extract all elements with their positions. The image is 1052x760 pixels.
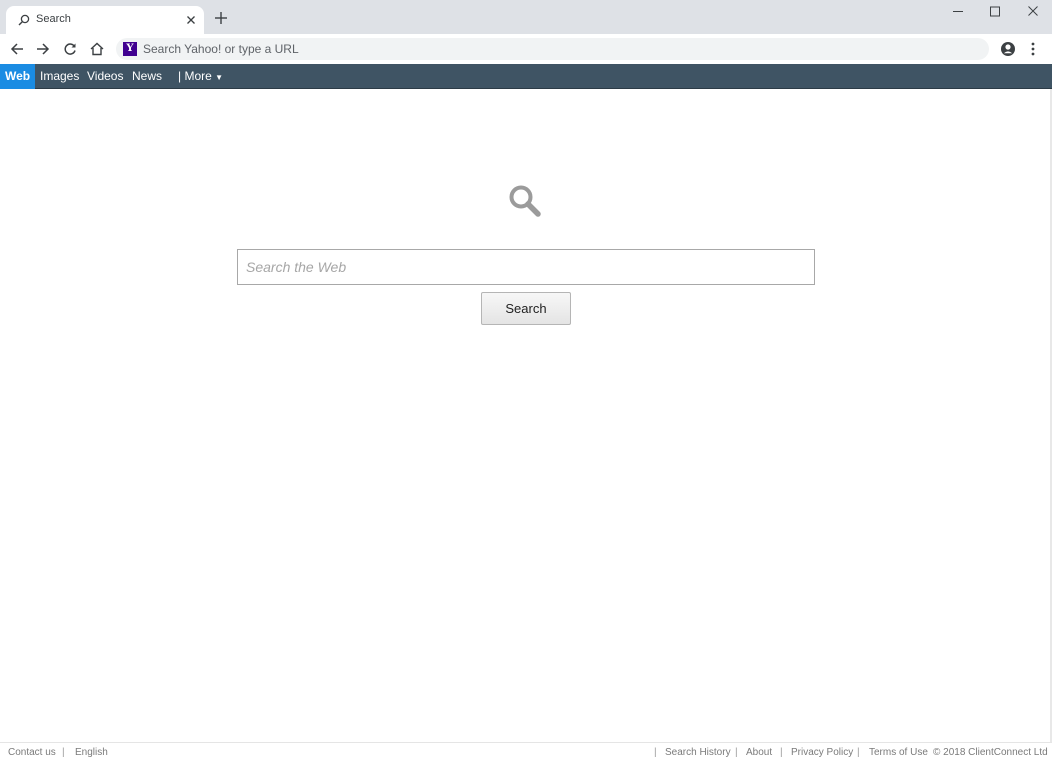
nav-web[interactable]: Web [0, 64, 36, 89]
footer-language-link[interactable]: English [75, 747, 108, 758]
search-button[interactable]: Search [481, 292, 571, 325]
kebab-menu-icon[interactable] [1027, 41, 1039, 57]
home-icon[interactable] [89, 41, 105, 57]
nav-images[interactable]: Images [40, 64, 79, 89]
minimize-icon[interactable] [948, 4, 968, 20]
close-icon[interactable] [1023, 4, 1043, 20]
browser-tab[interactable]: Search [6, 6, 204, 34]
tab-title: Search [36, 13, 71, 25]
search-nav-bar: Web Images Videos News | More ▼ [0, 64, 1052, 89]
omnibox-placeholder: Search Yahoo! or type a URL [143, 42, 299, 56]
footer-terms-link[interactable]: Terms of Use [869, 747, 928, 758]
reload-icon[interactable] [62, 41, 78, 57]
search-input[interactable] [237, 249, 815, 285]
back-arrow-icon[interactable] [9, 41, 25, 57]
profile-icon[interactable] [1000, 41, 1016, 57]
browser-titlebar: Search [0, 0, 1052, 34]
close-icon[interactable] [184, 13, 198, 27]
footer-search-history-link[interactable]: Search History [665, 747, 731, 758]
search-icon [17, 13, 31, 27]
magnifier-icon [508, 184, 542, 218]
maximize-icon[interactable] [985, 4, 1005, 20]
nav-more-label: | More [178, 69, 212, 83]
footer-separator: | [780, 747, 783, 758]
omnibox[interactable]: Y Search Yahoo! or type a URL [116, 38, 989, 60]
footer-separator: | [735, 747, 738, 758]
footer-contact-link[interactable]: Contact us [8, 747, 56, 758]
footer-separator: | [62, 747, 65, 758]
nav-more[interactable]: | More ▼ [178, 64, 223, 89]
footer: Contact us | English | Search History | … [0, 742, 1052, 760]
plus-icon[interactable] [214, 11, 228, 25]
forward-arrow-icon[interactable] [35, 41, 51, 57]
caret-down-icon: ▼ [215, 73, 224, 82]
footer-about-link[interactable]: About [746, 747, 772, 758]
nav-videos[interactable]: Videos [87, 64, 123, 89]
yahoo-logo-icon: Y [123, 42, 137, 56]
nav-news[interactable]: News [132, 64, 162, 89]
footer-separator: | [654, 747, 657, 758]
browser-toolbar: Y Search Yahoo! or type a URL [0, 34, 1052, 64]
footer-privacy-link[interactable]: Privacy Policy [791, 747, 853, 758]
footer-separator: | [857, 747, 860, 758]
footer-copyright: © 2018 ClientConnect Ltd [933, 747, 1048, 758]
